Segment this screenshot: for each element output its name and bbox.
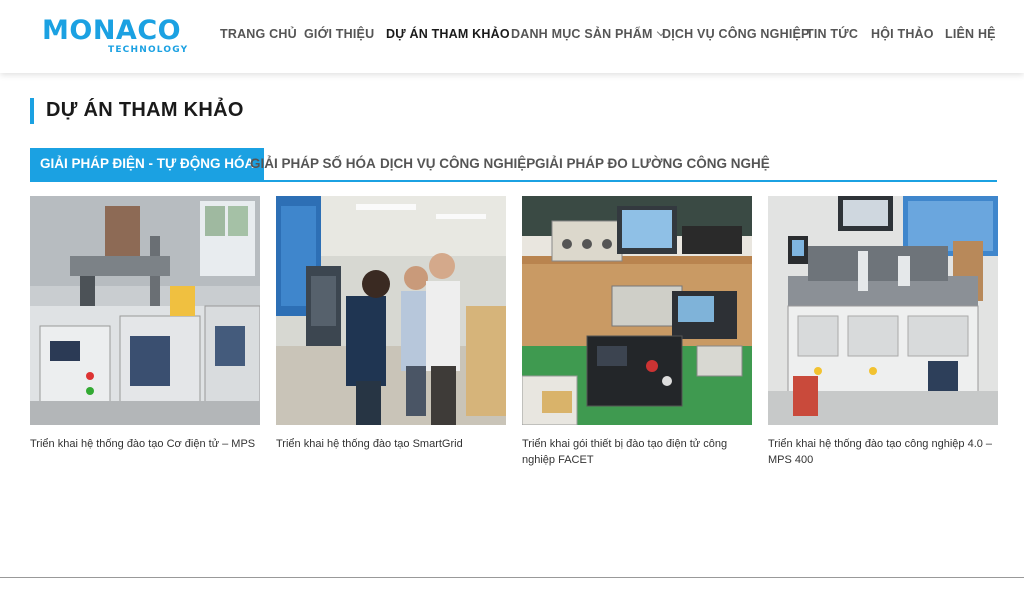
project-image-mps[interactable] — [30, 196, 260, 425]
project-image-smartgrid[interactable] — [276, 196, 506, 425]
tab-industrial-services[interactable]: DỊCH VỤ CÔNG NGHIỆP — [380, 148, 535, 180]
project-caption[interactable]: Triển khai hệ thống đào tạo SmartGrid — [276, 436, 506, 452]
nav-item-news[interactable]: TIN TỨC — [806, 27, 858, 41]
tab-digitalization[interactable]: GIẢI PHÁP SỐ HÓA — [250, 148, 376, 180]
nav-item-contact[interactable]: LIÊN HỆ — [945, 27, 996, 41]
project-card[interactable]: Triển khai gói thiết bị đào tạo điện tử … — [522, 196, 752, 468]
nav-item-home[interactable]: TRANG CHỦ — [220, 27, 297, 41]
tab-electrical-automation[interactable]: GIẢI PHÁP ĐIỆN - TỰ ĐỘNG HÓA — [30, 148, 265, 180]
nav-item-about[interactable]: GIỚI THIỆU — [304, 27, 374, 41]
project-caption[interactable]: Triển khai gói thiết bị đào tạo điện tử … — [522, 436, 752, 468]
site-header: MONACO TECHNOLOGY TRANG CHỦ GIỚI THIỆU D… — [0, 0, 1024, 73]
project-card[interactable]: Triển khai hệ thống đào tạo Cơ điện tử –… — [30, 196, 260, 452]
nav-item-projects[interactable]: DỰ ÁN THAM KHẢO — [386, 27, 510, 41]
tab-measurement[interactable]: GIẢI PHÁP ĐO LƯỜNG CÔNG NGHỆ — [535, 148, 770, 180]
footer-divider — [0, 577, 1024, 578]
logo-wordmark: MONACO — [42, 15, 182, 46]
nav-item-products-label: DANH MỤC SẢN PHẨM — [511, 27, 653, 41]
project-card[interactable]: Triển khai hệ thống đào tạo SmartGrid — [276, 196, 506, 452]
category-tabs: GIẢI PHÁP ĐIỆN - TỰ ĐỘNG HÓA GIẢI PHÁP S… — [30, 148, 997, 182]
project-image-facet[interactable] — [522, 196, 752, 425]
nav-item-products[interactable]: DANH MỤC SẢN PHẨM — [511, 27, 665, 41]
page-title: DỰ ÁN THAM KHẢO — [46, 99, 244, 121]
project-caption[interactable]: Triển khai hệ thống đào tạo Cơ điện tử –… — [30, 436, 260, 452]
project-image-mps400[interactable] — [768, 196, 998, 425]
nav-item-seminars[interactable]: HỘI THẢO — [871, 27, 934, 41]
project-card[interactable]: Triển khai hệ thống đào tạo công nghiệp … — [768, 196, 998, 468]
nav-item-services[interactable]: DỊCH VỤ CÔNG NGHIỆP — [662, 27, 810, 41]
title-accent-bar — [30, 98, 34, 124]
logo-tagline: TECHNOLOGY — [108, 45, 189, 55]
project-caption[interactable]: Triển khai hệ thống đào tạo công nghiệp … — [768, 436, 998, 468]
monaco-logo[interactable]: MONACO TECHNOLOGY — [42, 16, 192, 58]
